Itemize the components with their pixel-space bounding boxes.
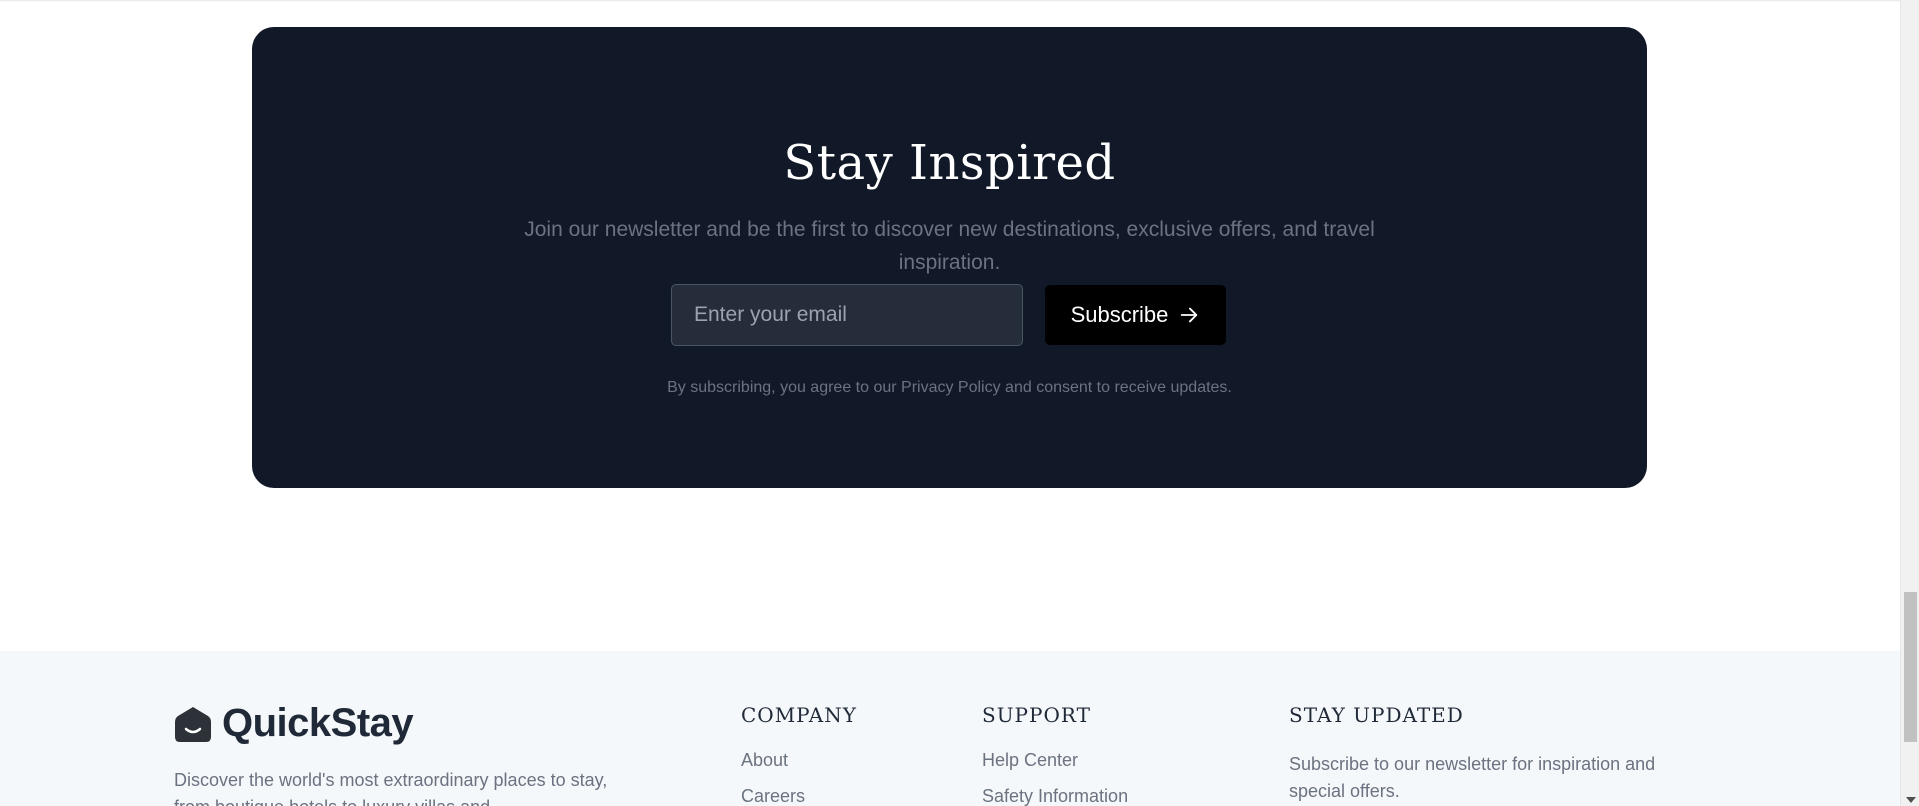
footer-column-company: COMPANY About Careers: [741, 703, 857, 806]
scroll-down-arrow-icon[interactable]: [1906, 797, 1916, 803]
brand-name: QuickStay: [222, 701, 414, 745]
header-shadow: [0, 0, 1900, 2]
scrollbar-thumb[interactable]: [1904, 592, 1917, 742]
scrollbar[interactable]: [1900, 0, 1919, 806]
footer-column-stay-updated: STAY UPDATED Subscribe to our newsletter…: [1289, 703, 1709, 805]
footer-link-help-center[interactable]: Help Center: [982, 751, 1128, 769]
newsletter-title: Stay Inspired: [783, 135, 1116, 191]
support-links: Help Center Safety Information: [982, 751, 1128, 805]
footer-link-safety-information[interactable]: Safety Information: [982, 787, 1128, 805]
page: Stay Inspired Join our newsletter and be…: [0, 0, 1919, 806]
newsletter-form: Subscribe: [671, 284, 1226, 346]
stay-updated-text: Subscribe to our newsletter for inspirat…: [1289, 754, 1656, 801]
newsletter-card: Stay Inspired Join our newsletter and be…: [252, 27, 1647, 488]
column-heading: SUPPORT: [982, 703, 1091, 727]
company-links: About Careers: [741, 751, 857, 805]
brand-description: Discover the world's most extraordinary …: [174, 770, 608, 806]
footer-link-careers[interactable]: Careers: [741, 787, 857, 805]
subscribe-label: Subscribe: [1070, 302, 1169, 327]
footer-column-support: SUPPORT Help Center Safety Information: [982, 703, 1128, 806]
column-heading: COMPANY: [741, 703, 857, 727]
house-smile-icon: [174, 705, 212, 743]
email-input[interactable]: [671, 284, 1023, 346]
column-heading: STAY UPDATED: [1289, 703, 1464, 727]
newsletter-subtitle: Join our newsletter and be the first to …: [524, 218, 1375, 274]
footer-link-about[interactable]: About: [741, 751, 857, 769]
brand[interactable]: QuickStay: [174, 701, 414, 746]
newsletter-note: By subscribing, you agree to our Privacy…: [667, 379, 1232, 396]
arrow-right-icon: [1178, 304, 1200, 326]
subscribe-button[interactable]: Subscribe: [1045, 285, 1226, 345]
footer: QuickStay Discover the world's most extr…: [0, 651, 1900, 806]
